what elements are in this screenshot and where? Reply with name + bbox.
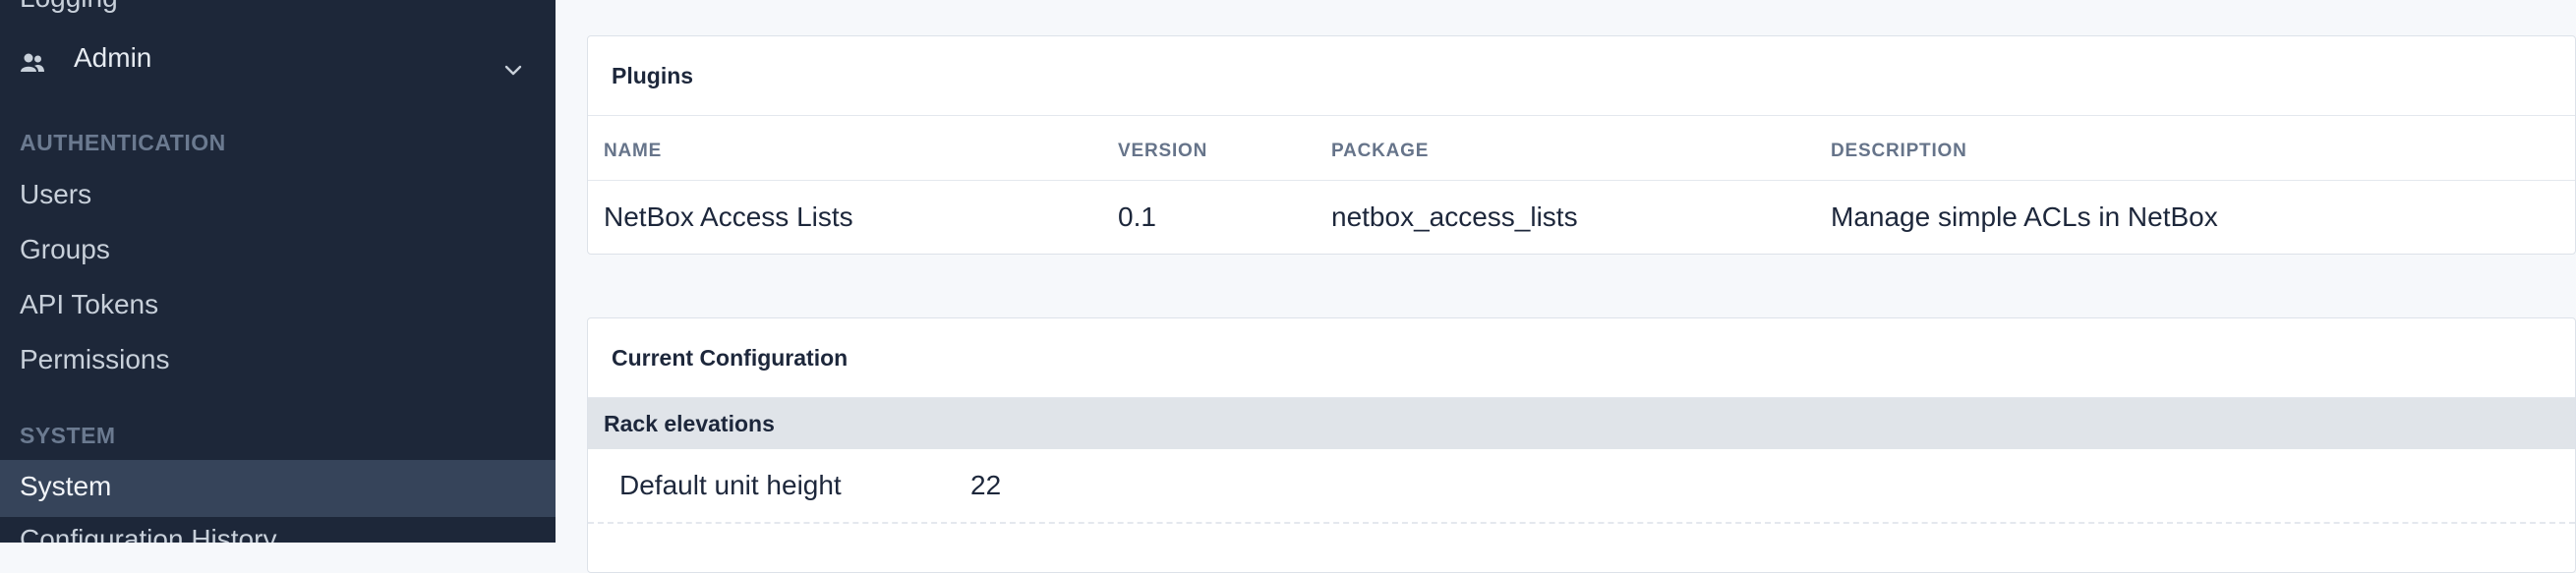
sidebar-item-system[interactable]: System	[20, 471, 111, 502]
sidebar-item-permissions[interactable]: Permissions	[20, 344, 169, 375]
sidebar-admin-label: Admin	[74, 42, 152, 73]
sidebar-item-partial-top[interactable]: Logging	[20, 0, 118, 13]
sidebar-heading-authentication: AUTHENTICATION	[20, 130, 226, 155]
configuration-card-title: Current Configuration	[588, 318, 2575, 398]
sidebar-item-groups[interactable]: Groups	[20, 234, 110, 265]
sidebar-item-api-tokens[interactable]: API Tokens	[20, 289, 158, 320]
column-header-version: VERSION	[1118, 141, 1208, 161]
column-header-package: PACKAGE	[1331, 141, 1430, 161]
current-configuration-card: Current Configuration Rack elevations De…	[587, 317, 2576, 573]
sidebar-heading-system: SYSTEM	[20, 423, 116, 448]
plugin-package: netbox_access_lists	[1331, 201, 1578, 232]
config-key: Default unit height	[619, 470, 842, 500]
plugins-card-title: Plugins	[588, 36, 2575, 116]
sidebar: Logging Admin AUTHENTICATION Users Group…	[0, 0, 556, 543]
plugins-table-header: NAME VERSION PACKAGE DESCRIPTION	[588, 116, 2575, 181]
config-group-rack-elevations: Rack elevations	[588, 398, 2575, 449]
plugin-name: NetBox Access Lists	[604, 201, 853, 232]
config-value: 22	[970, 470, 1002, 500]
plugin-version: 0.1	[1118, 201, 1156, 232]
chevron-down-icon	[503, 52, 523, 76]
column-header-description: DESCRIPTION	[1831, 141, 1967, 161]
main-content: Plugins NAME VERSION PACKAGE DESCRIPTION…	[556, 0, 2576, 573]
sidebar-item-configuration-history[interactable]: Configuration History	[20, 524, 276, 543]
column-header-name: NAME	[604, 141, 663, 161]
sidebar-admin-toggle[interactable]: Admin	[0, 35, 556, 85]
plugins-card: Plugins NAME VERSION PACKAGE DESCRIPTION…	[587, 35, 2576, 255]
table-row: Default unit height 22	[588, 449, 2575, 524]
table-row: NetBox Access Lists 0.1 netbox_access_li…	[588, 181, 2575, 252]
plugin-description: Manage simple ACLs in NetBox	[1831, 201, 2218, 232]
users-icon	[20, 49, 45, 72]
sidebar-item-users[interactable]: Users	[20, 179, 91, 210]
